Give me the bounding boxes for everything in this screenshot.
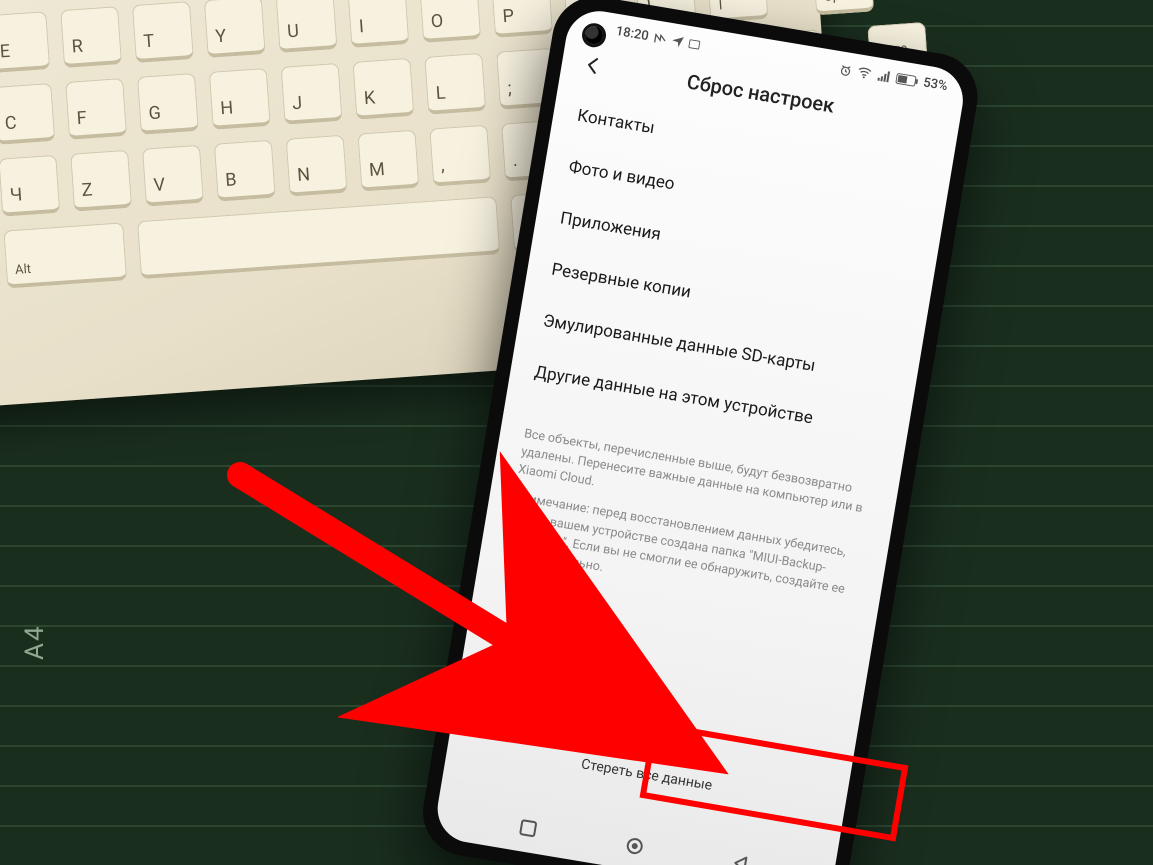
reset-icon [636,730,667,764]
erase-all-data-button[interactable]: Стереть все данные [552,707,746,810]
alarm-icon [838,63,852,77]
key: U [276,0,338,53]
key: C [0,83,55,145]
nav-recent-button[interactable] [518,818,539,839]
key: Y [204,0,266,58]
key: V [142,145,204,207]
key: J [281,63,343,125]
key: K [352,58,414,120]
nav-back-button[interactable] [731,853,752,865]
key: , [429,125,491,187]
send-icon [671,35,684,48]
wifi-icon [856,66,872,79]
reset-items-list: Контакты Фото и видео Приложения Резервн… [507,82,956,460]
nfc-icon [654,33,667,45]
key: N [286,135,348,197]
erase-button-label: Стереть все данные [580,756,713,794]
key: Е [0,11,50,73]
key: R [60,6,122,68]
key: P [491,0,553,38]
battery-icon [895,73,919,87]
key: T [132,1,194,63]
key-alt: Alt [3,222,127,288]
key: O [419,0,481,43]
key: M [357,130,419,192]
key: B [214,140,276,202]
card-icon [688,39,700,50]
mat-label: A4 [20,624,50,660]
key: F [65,78,127,140]
key: I [347,0,409,48]
key: Ч [0,155,60,217]
key: Z [70,150,132,212]
key-space [137,196,500,279]
key: G [137,73,199,135]
key: H [209,68,271,130]
android-navbar [435,803,835,865]
nav-home-button[interactable] [623,835,646,858]
key: L [424,53,486,115]
photo-scene: A4 Е R T Y U I O P { } | Page Up C F G H… [0,0,1153,865]
signal-icon [876,70,891,83]
